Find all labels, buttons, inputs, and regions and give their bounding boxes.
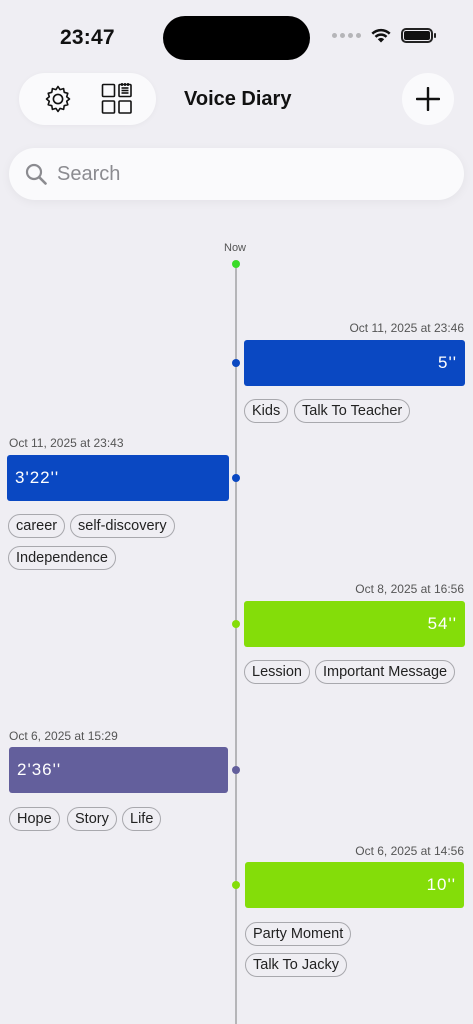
tag-chip[interactable]: career <box>8 514 66 538</box>
wifi-icon <box>371 28 391 43</box>
timeline-dot <box>232 766 240 774</box>
tag-chip[interactable]: Talk To Jacky <box>245 953 347 977</box>
dynamic-island <box>163 16 310 60</box>
tag-chip[interactable]: Important Message <box>315 660 456 684</box>
tag-chip[interactable]: Hope <box>9 807 60 831</box>
cellular-signal-icon <box>332 33 361 38</box>
battery-icon <box>401 28 436 43</box>
search-icon <box>25 163 47 185</box>
recording-clip[interactable]: 5'' <box>244 340 465 386</box>
timeline-dot <box>232 359 240 367</box>
gear-icon <box>45 85 71 113</box>
recording-clip[interactable]: 3'22'' <box>7 455 229 501</box>
add-recording-button[interactable] <box>402 73 454 125</box>
tag-chip[interactable]: Party Moment <box>245 922 352 946</box>
grid-layout-icon <box>101 83 132 114</box>
tag-chip[interactable]: Story <box>67 807 117 831</box>
entry-date: Oct 6, 2025 at 14:56 <box>355 844 464 858</box>
plus-icon <box>416 87 440 111</box>
tag-chip[interactable]: Life <box>122 807 162 831</box>
timeline-dot <box>232 620 240 628</box>
entry-date: Oct 6, 2025 at 15:29 <box>9 729 118 743</box>
layout-button[interactable] <box>97 79 137 119</box>
timeline-axis <box>235 264 237 1024</box>
search-bar[interactable] <box>9 148 464 200</box>
tag-chip[interactable]: Talk To Teacher <box>294 399 411 423</box>
header-tools <box>19 73 156 125</box>
tag-chip[interactable]: Lession <box>244 660 310 684</box>
recording-clip[interactable]: 10'' <box>245 862 464 908</box>
timeline-dot <box>232 881 240 889</box>
status-time: 23:47 <box>60 26 115 49</box>
page-title: Voice Diary <box>184 88 292 110</box>
entry-date: Oct 11, 2025 at 23:46 <box>349 321 464 335</box>
recording-clip[interactable]: 54'' <box>244 601 465 647</box>
timeline-dot <box>232 474 240 482</box>
entry-date: Oct 11, 2025 at 23:43 <box>9 436 124 450</box>
tag-chip[interactable]: Independence <box>8 546 116 570</box>
search-input[interactable] <box>57 162 437 186</box>
now-marker <box>232 260 240 268</box>
tag-chip[interactable]: self-discovery <box>70 514 175 538</box>
entry-date: Oct 8, 2025 at 16:56 <box>355 582 464 596</box>
settings-button[interactable] <box>38 79 78 119</box>
now-label: Now <box>224 242 247 254</box>
recording-clip[interactable]: 2'36'' <box>9 747 228 793</box>
status-icons <box>332 28 436 43</box>
tag-chip[interactable]: Kids <box>244 399 289 423</box>
